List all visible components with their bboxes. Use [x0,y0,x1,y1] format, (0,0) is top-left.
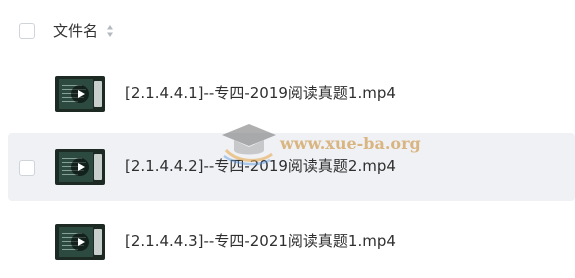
play-icon [71,158,89,176]
play-icon [71,233,89,251]
play-icon [71,85,89,103]
video-thumbnail-icon [55,149,105,185]
file-row[interactable]: [2.1.4.4.1]--专四-2019阅读真题1.mp4 [8,60,575,128]
file-name[interactable]: [2.1.4.4.3]--专四-2021阅读真题1.mp4 [125,230,396,252]
file-list-header: 文件名 [0,0,575,60]
video-thumbnail-icon [55,76,105,112]
file-row[interactable]: [2.1.4.4.3]--专四-2021阅读真题1.mp4 [8,208,575,276]
file-name[interactable]: [2.1.4.4.2]--专四-2019阅读真题2.mp4 [125,155,396,177]
column-header-filename[interactable]: 文件名 [53,20,98,42]
file-row-checkbox[interactable] [19,160,35,176]
sort-icon[interactable] [106,24,114,38]
file-name[interactable]: [2.1.4.4.1]--专四-2019阅读真题1.mp4 [125,82,396,104]
select-all-checkbox[interactable] [19,23,35,39]
file-row-hovered[interactable]: [2.1.4.4.2]--专四-2019阅读真题2.mp4 [8,133,575,201]
file-list: 文件名 [2.1.4.4.1]--专四-2019阅读真题1.mp4 [2.1.4… [0,0,575,278]
video-thumbnail-icon [55,224,105,260]
